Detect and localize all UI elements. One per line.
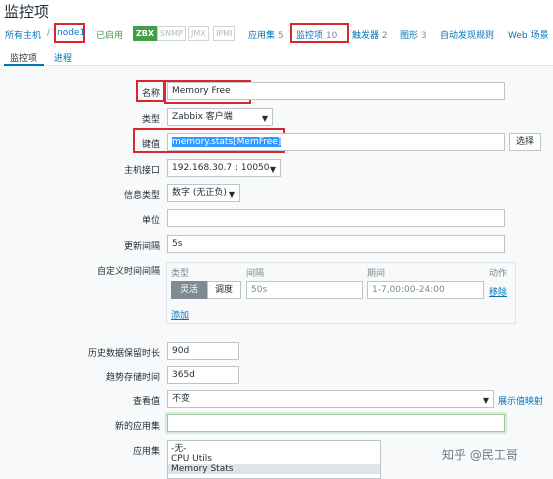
history-input[interactable]: 90d [167,342,239,360]
nav-graphs-count: 3 [420,31,427,41]
custom-interval-input[interactable]: 50s [246,281,363,299]
trends-input[interactable]: 365d [167,366,239,384]
value-mapping-link[interactable]: 展示值映射 [498,394,543,407]
watermark-text: 知乎 @民工哥 [442,448,518,462]
applications-listbox[interactable]: -无- CPU Utils Memory Stats [167,440,381,479]
units-label: 单位 [141,216,160,226]
chevron-down-icon: ▼ [269,165,276,174]
chevron-down-icon: ▼ [228,190,235,199]
chevron-down-icon: ▼ [261,114,268,123]
host-interface-select[interactable]: 192.168.30.7 : 10050 ▼ [167,159,281,177]
update-interval-input[interactable]: 5s [167,235,505,253]
nav-graphs[interactable]: 图形 3 [400,28,427,41]
col-type-header: 类型 [171,269,190,279]
name-input[interactable]: Memory Free [167,82,505,100]
show-value-label: 查看值 [132,397,160,407]
nav-web-scenarios[interactable]: Web 场景 [508,28,548,41]
custom-intervals-label: 自定义时间间隔 [96,267,160,277]
col-interval-header: 间隔 [246,269,265,279]
tab-process[interactable]: 进程 [54,51,72,64]
application-option[interactable]: CPU Utils [168,454,380,464]
interval-type-scheduling-button[interactable]: 调度 [207,281,241,299]
nav-triggers-label: 触发器 [352,31,380,41]
new-application-label: 新的应用集 [114,422,160,432]
nav-items[interactable]: 监控项 10 [296,28,337,41]
new-application-input[interactable] [167,414,505,432]
host-nav-bar: 所有主机 / node1 已启用 ZBX SNMP JMX IPMI 应用集 5… [0,22,553,46]
nav-applications-count: 5 [277,31,284,41]
breadcrumb-all-hosts[interactable]: 所有主机 [5,28,41,41]
nav-applications-label: 应用集 [248,31,276,41]
key-input[interactable]: memory.stats[MemFree] [167,133,505,151]
availability-snmp-badge: SNMP [157,26,186,41]
col-period-header: 期间 [367,269,386,279]
type-select-value: Zabbix 客户端 [172,112,233,122]
page-header: 监控项 [0,0,553,22]
host-status-enabled[interactable]: 已启用 [96,28,123,41]
availability-ipmi-badge: IPMI [213,26,236,41]
custom-period-input[interactable]: 1-7,00:00-24:00 [367,281,484,299]
tab-item[interactable]: 监控项 [10,51,37,64]
name-label: 名称 [141,89,160,99]
chevron-down-icon: ▼ [482,396,489,405]
nav-discovery-rules[interactable]: 自动发现规则 [440,28,494,41]
show-value-selected: 不变 [172,394,191,404]
availability-jmx-badge: JMX [188,26,209,41]
history-label: 历史数据保留时长 [87,349,160,359]
info-type-value: 数字 (无正负) [172,188,227,198]
nav-triggers-count: 2 [381,31,388,41]
application-option-selected[interactable]: Memory Stats [168,464,380,474]
host-interface-label: 主机接口 [123,166,160,176]
show-value-select[interactable]: 不变 ▼ [167,390,494,408]
info-type-label: 信息类型 [123,191,160,201]
type-label: 类型 [141,115,160,125]
info-type-select[interactable]: 数字 (无正负) ▼ [167,184,240,202]
update-interval-label: 更新间隔 [123,242,160,252]
key-select-button[interactable]: 选择 [509,133,542,151]
units-input[interactable] [167,209,505,227]
col-action-header: 动作 [489,269,508,279]
type-select[interactable]: Zabbix 客户端 ▼ [167,108,273,126]
nav-items-count: 10 [325,31,338,41]
page-title: 监控项 [4,3,50,21]
nav-graphs-label: 图形 [400,31,419,41]
trends-label: 趋势存储时间 [105,373,160,383]
nav-triggers[interactable]: 触发器 2 [352,28,388,41]
breadcrumb-host[interactable]: node1 [57,28,85,38]
breadcrumb-separator: / [47,28,51,38]
host-interface-value: 192.168.30.7 : 10050 [172,163,270,173]
nav-items-label: 监控项 [296,31,324,41]
availability-zbx-badge: ZBX [133,26,158,41]
key-input-value: memory.stats[MemFree] [172,137,282,147]
applications-label: 应用集 [132,447,160,457]
nav-applications[interactable]: 应用集 5 [248,28,284,41]
remove-interval-link[interactable]: 移除 [489,285,507,298]
interval-type-flexible-button[interactable]: 灵活 [171,281,207,299]
add-interval-link[interactable]: 添加 [171,308,189,321]
application-option[interactable]: -无- [168,444,380,454]
key-label: 键值 [141,140,160,150]
form-tabs: 监控项 进程 [0,48,553,66]
